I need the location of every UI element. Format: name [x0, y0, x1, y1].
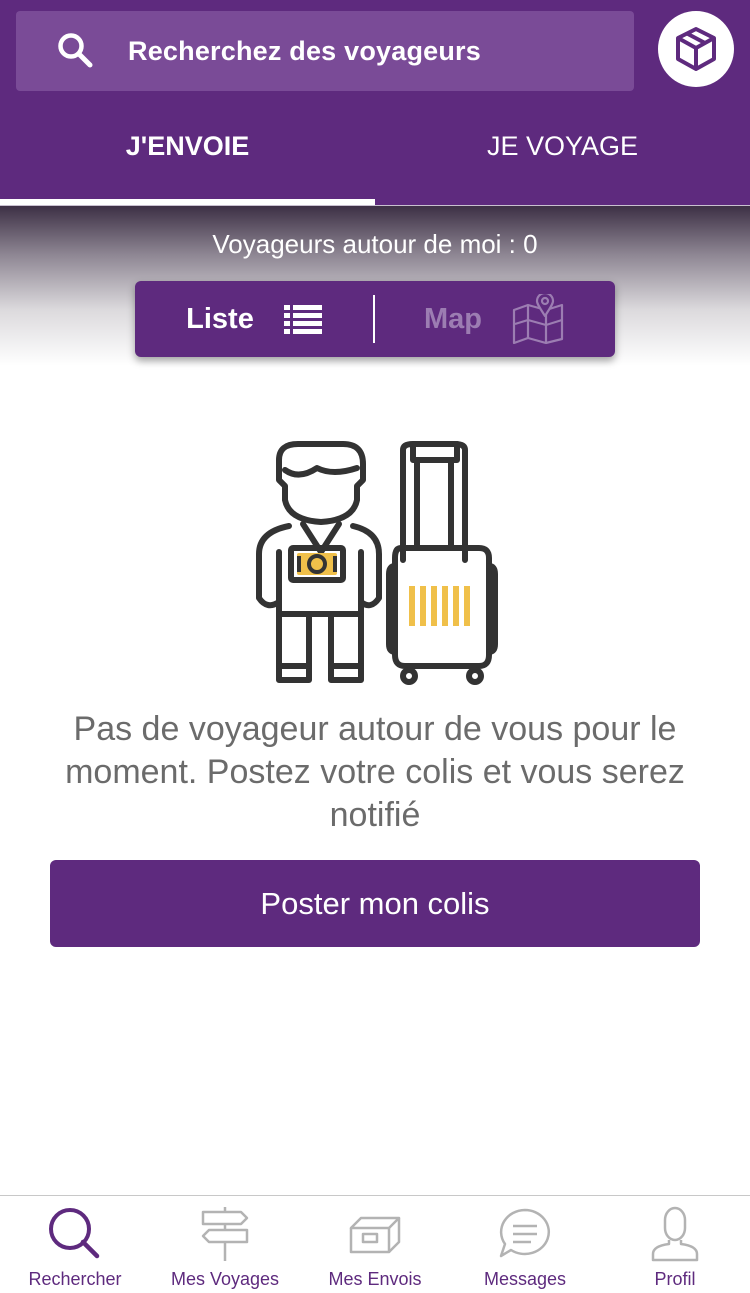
- user-icon: [651, 1206, 699, 1262]
- bottom-navigation: Rechercher Mes Voyages Mes Envois Messag…: [0, 1195, 750, 1293]
- map-view-button[interactable]: Map: [375, 281, 613, 357]
- nav-label: Mes Envois: [328, 1269, 422, 1289]
- tab-j-envoie[interactable]: J'ENVOIE: [0, 110, 375, 206]
- package-icon: [676, 27, 716, 71]
- search-input[interactable]: Recherchez des voyageurs: [128, 36, 481, 67]
- search-icon: [49, 1208, 100, 1259]
- nav-mes-voyages[interactable]: Mes Voyages: [150, 1196, 300, 1293]
- nav-profil[interactable]: Profil: [600, 1196, 750, 1293]
- nav-label: Profil: [654, 1269, 696, 1289]
- box-icon: [349, 1216, 401, 1254]
- chat-bubble-icon: [499, 1208, 550, 1258]
- nav-messages[interactable]: Messages: [450, 1196, 600, 1293]
- map-pin-icon: [512, 294, 564, 344]
- tab-bar: J'ENVOIE JE VOYAGE: [0, 110, 750, 206]
- traveler-with-suitcase-illustration: [256, 441, 498, 685]
- nav-rechercher[interactable]: Rechercher: [0, 1196, 150, 1293]
- nav-label: Messages: [483, 1269, 567, 1289]
- empty-state-message: Pas de voyageur autour de vous pour le m…: [65, 710, 685, 834]
- package-button[interactable]: [658, 11, 734, 87]
- tab-label: J'ENVOIE: [125, 131, 250, 161]
- search-bar[interactable]: Recherchez des voyageurs: [16, 11, 634, 91]
- list-view-label: Liste: [186, 302, 254, 335]
- list-view-button[interactable]: Liste: [135, 281, 373, 357]
- nav-label: Mes Voyages: [170, 1269, 280, 1289]
- post-parcel-button[interactable]: Poster mon colis: [50, 860, 700, 947]
- app-header: Recherchez des voyageurs J'ENVOIE JE VOY…: [0, 0, 750, 206]
- signpost-icon: [201, 1207, 249, 1261]
- tab-label: JE VOYAGE: [486, 131, 639, 161]
- list-icon: [283, 305, 322, 334]
- travelers-count: Voyageurs autour de moi : 0: [212, 229, 538, 259]
- nav-label: Rechercher: [28, 1269, 122, 1289]
- view-toggle: Liste Map: [135, 281, 615, 357]
- search-icon: [58, 33, 93, 68]
- map-view-label: Map: [424, 302, 482, 335]
- tab-je-voyage[interactable]: JE VOYAGE: [375, 110, 750, 206]
- nav-mes-envois[interactable]: Mes Envois: [300, 1196, 450, 1293]
